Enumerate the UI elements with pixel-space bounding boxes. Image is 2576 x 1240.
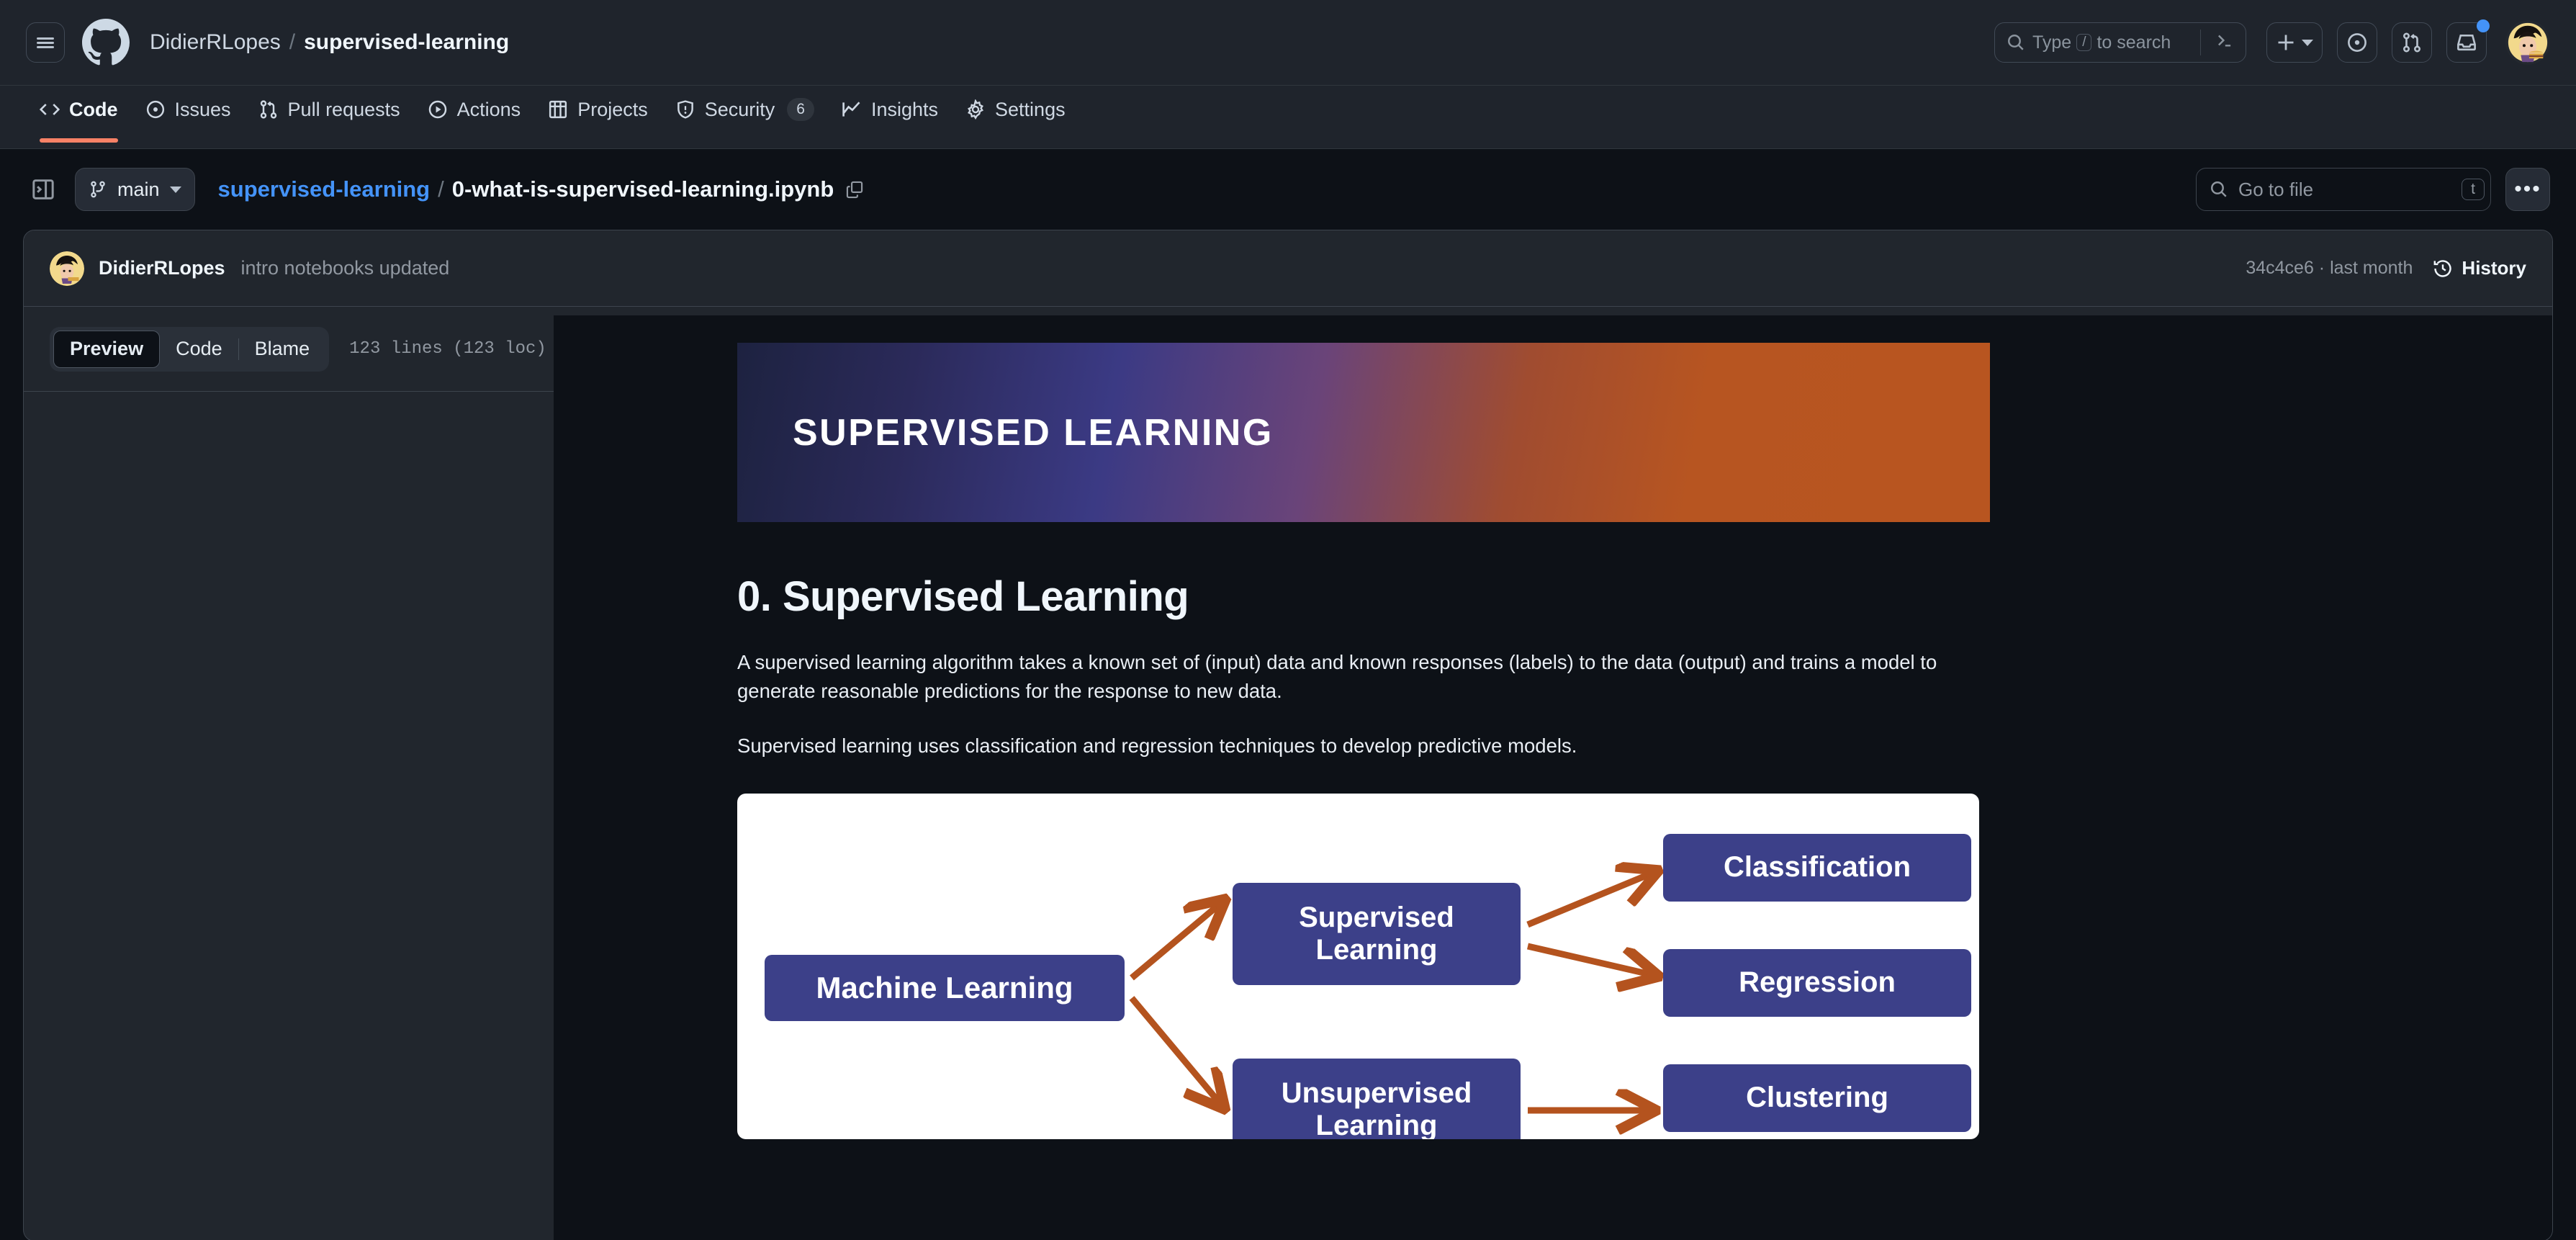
- node-clustering: Clustering: [1663, 1064, 1971, 1132]
- node-supervised-learning: SupervisedLearning: [1233, 883, 1521, 985]
- file-content-box: DidierRLopes intro notebooks updated 34c…: [23, 230, 2553, 1240]
- header-left-group: DidierRLopes / supervised-learning: [26, 19, 509, 66]
- breadcrumb-separator: /: [289, 30, 295, 55]
- node-regression: Regression: [1663, 949, 1971, 1017]
- tab-actions[interactable]: Actions: [414, 87, 535, 132]
- git-pull-request-icon: [2401, 32, 2423, 53]
- tab-blame[interactable]: Blame: [239, 331, 326, 368]
- tab-projects-label: Projects: [577, 99, 648, 121]
- copy-path-icon[interactable]: [845, 180, 864, 199]
- tab-pull-requests[interactable]: Pull requests: [245, 87, 414, 132]
- issues-button[interactable]: [2337, 22, 2377, 63]
- node-unsupervised-learning: UnsupervisedLearning: [1233, 1059, 1521, 1139]
- sidebar-expand-icon[interactable]: [26, 172, 60, 207]
- breadcrumb-owner[interactable]: DidierRLopes: [150, 30, 281, 55]
- tab-code-label: Code: [69, 99, 118, 121]
- inbox-icon: [2456, 32, 2477, 53]
- go-to-file-shortcut: t: [2462, 179, 2485, 200]
- git-pull-request-icon: [258, 99, 279, 120]
- tab-insights[interactable]: Insights: [828, 87, 952, 132]
- go-to-file-placeholder: Go to file: [2238, 179, 2313, 201]
- tab-pull-requests-label: Pull requests: [288, 99, 400, 121]
- more-options-button[interactable]: •••: [2505, 168, 2550, 211]
- table-icon: [548, 99, 568, 120]
- view-tabs: Preview Code Blame: [50, 327, 329, 372]
- issue-opened-icon: [2346, 32, 2368, 53]
- breadcrumb: DidierRLopes / supervised-learning: [150, 30, 509, 55]
- breadcrumb-repo[interactable]: supervised-learning: [304, 30, 509, 55]
- path-file-name: 0-what-is-supervised-learning.ipynb: [452, 176, 834, 202]
- banner-title: SUPERVISED LEARNING: [793, 411, 1274, 454]
- path-repo-link[interactable]: supervised-learning: [218, 176, 431, 202]
- search-slash-key: /: [2076, 34, 2091, 51]
- tab-preview[interactable]: Preview: [53, 331, 160, 368]
- issue-opened-icon: [145, 99, 166, 120]
- search-placeholder-suffix: to search: [2097, 32, 2171, 53]
- tab-code-view[interactable]: Code: [160, 331, 238, 368]
- notebook-paragraph-1: A supervised learning algorithm takes a …: [737, 648, 1996, 706]
- file-path-actions: Go to file t •••: [2196, 168, 2550, 211]
- tab-actions-label: Actions: [457, 99, 521, 121]
- search-placeholder-prefix: Type: [2032, 32, 2071, 53]
- file-area: main supervised-learning / 0-what-is-sup…: [0, 149, 2576, 1240]
- hamburger-icon[interactable]: [26, 22, 65, 63]
- github-mark-icon[interactable]: [82, 19, 130, 66]
- node-machine-learning: Machine Learning: [765, 955, 1125, 1021]
- tab-issues[interactable]: Issues: [132, 87, 245, 132]
- commit-sha-and-time[interactable]: 34c4ce6 · last month: [2246, 258, 2413, 279]
- history-link[interactable]: History: [2433, 257, 2526, 279]
- node-classification: Classification: [1663, 834, 1971, 902]
- global-header: DidierRLopes / supervised-learning Type …: [0, 0, 2576, 86]
- commit-message[interactable]: intro notebooks updated: [241, 257, 450, 279]
- tab-settings[interactable]: Settings: [952, 87, 1079, 132]
- commit-meta-group: 34c4ce6 · last month History: [2246, 257, 2526, 279]
- file-breadcrumb: supervised-learning / 0-what-is-supervis…: [218, 176, 865, 202]
- tab-security-label: Security: [705, 99, 775, 121]
- avatar[interactable]: [2505, 20, 2550, 65]
- code-icon: [40, 99, 60, 120]
- history-label: History: [2462, 257, 2526, 279]
- latest-commit-row: DidierRLopes intro notebooks updated 34c…: [24, 230, 2552, 307]
- security-badge: 6: [787, 98, 814, 121]
- go-to-file-input[interactable]: Go to file t: [2196, 168, 2491, 211]
- chevron-down-icon: [170, 187, 181, 193]
- history-icon: [2433, 259, 2453, 279]
- tab-projects[interactable]: Projects: [534, 87, 662, 132]
- notebook-content: SUPERVISED LEARNING 0. Supervised Learni…: [737, 315, 2050, 1139]
- tab-issues-label: Issues: [175, 99, 231, 121]
- author-avatar[interactable]: [50, 251, 84, 286]
- repository-nav: Code Issues Pull requests Actions Projec…: [0, 86, 2576, 149]
- chevron-down-icon: [2302, 40, 2313, 46]
- notebook-render-area: SUPERVISED LEARNING 0. Supervised Learni…: [554, 315, 2552, 1240]
- branch-selector[interactable]: main: [75, 168, 195, 211]
- notebook-paragraph-2: Supervised learning uses classification …: [737, 732, 1996, 760]
- search-icon: [2210, 180, 2228, 199]
- notebook-heading: 0. Supervised Learning: [737, 572, 2050, 621]
- tab-security[interactable]: Security 6: [662, 87, 828, 132]
- search-divider: [2200, 30, 2201, 55]
- inbox-button[interactable]: [2446, 22, 2487, 63]
- search-icon: [2007, 33, 2025, 52]
- create-new-button[interactable]: [2266, 22, 2323, 63]
- pull-requests-button[interactable]: [2392, 22, 2432, 63]
- gear-icon: [965, 99, 986, 120]
- commit-author[interactable]: DidierRLopes: [99, 257, 225, 279]
- branch-name: main: [117, 179, 160, 201]
- play-icon: [428, 99, 448, 120]
- tab-settings-label: Settings: [995, 99, 1066, 121]
- notebook-banner: SUPERVISED LEARNING: [737, 343, 1990, 522]
- git-branch-icon: [89, 180, 107, 199]
- terminal-icon[interactable]: [2208, 31, 2241, 55]
- path-separator: /: [438, 176, 444, 202]
- notification-dot: [2477, 19, 2490, 32]
- header-right-group: Type / to search: [1994, 20, 2550, 65]
- ml-taxonomy-diagram: Machine Learning SupervisedLearning Unsu…: [737, 794, 1979, 1139]
- tab-code[interactable]: Code: [26, 87, 132, 132]
- search-input[interactable]: Type / to search: [1994, 22, 2246, 63]
- shield-icon: [675, 99, 695, 120]
- plus-icon: [2276, 32, 2296, 53]
- tab-insights-label: Insights: [871, 99, 938, 121]
- graph-icon: [842, 99, 862, 120]
- file-path-row: main supervised-learning / 0-what-is-sup…: [0, 149, 2576, 230]
